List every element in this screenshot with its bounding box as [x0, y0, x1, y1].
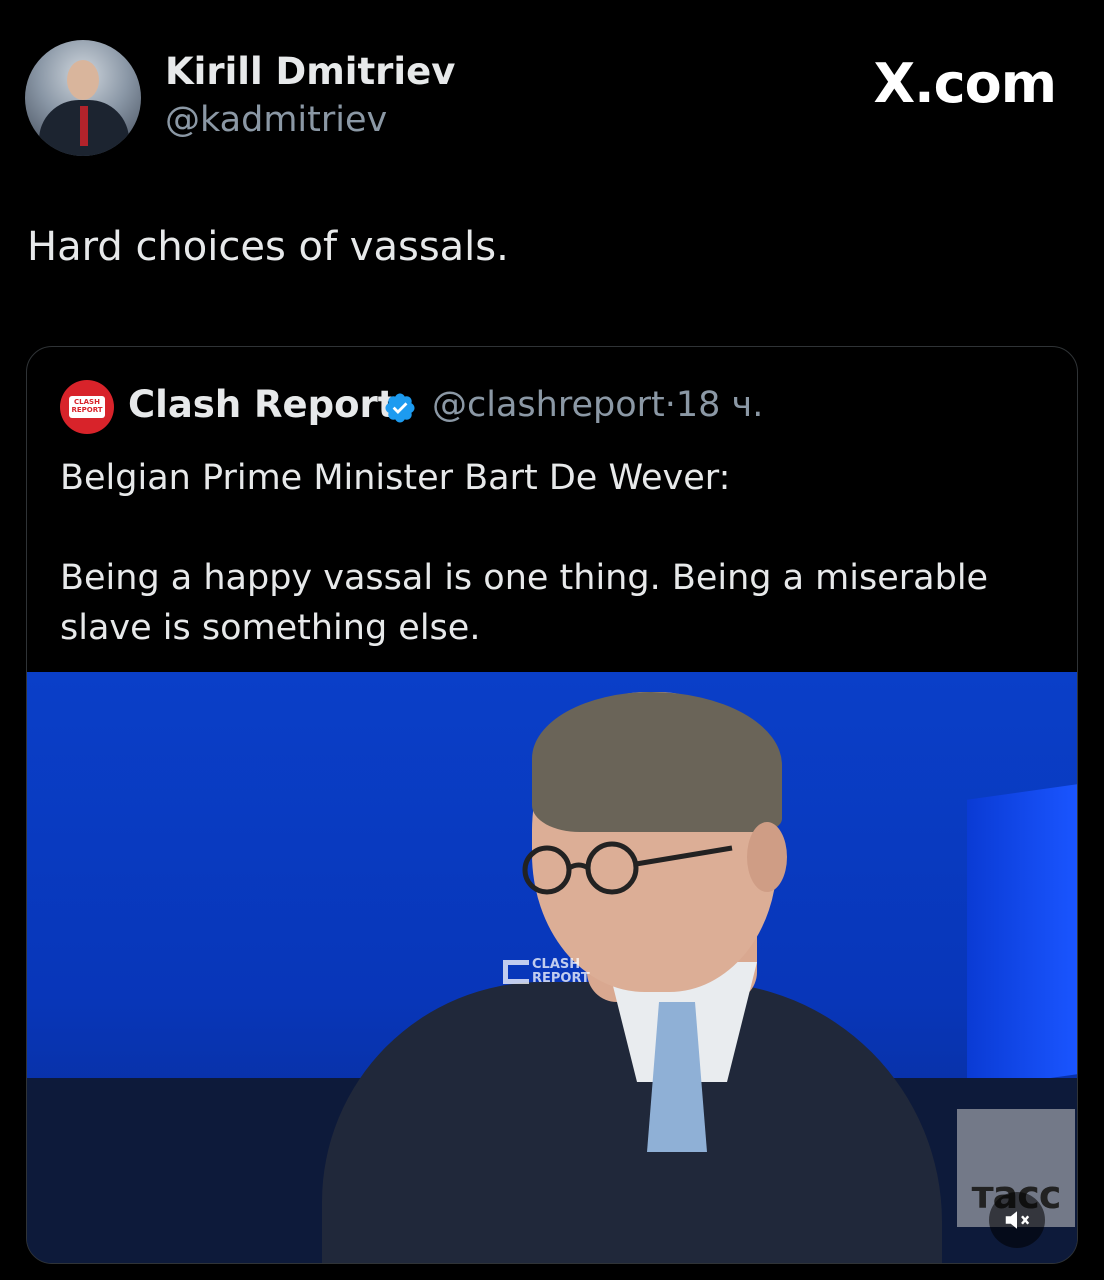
video-player[interactable]: CLASHREPORT тасс	[27, 672, 1077, 1263]
meta-separator: ·	[664, 385, 676, 425]
speaker-glasses	[522, 841, 733, 895]
speaker-ear	[747, 822, 787, 892]
quoted-text-line-2: Being a happy vassal is one thing. Being…	[60, 558, 989, 648]
quoted-post-card[interactable]: CLASH REPORT Clash Report @clashreport·1…	[26, 346, 1078, 1264]
watermark-line-2: REPORT	[532, 971, 590, 986]
author-avatar[interactable]	[25, 40, 141, 156]
clash-report-watermark: CLASH REPORT	[503, 958, 590, 986]
avatar-tie	[80, 106, 88, 146]
clash-report-logo: CLASH REPORT	[69, 396, 105, 418]
quoted-text-line-1: Belgian Prime Minister Bart De Wever:	[60, 458, 731, 498]
author-name[interactable]: Kirill Dmitriev	[165, 50, 455, 93]
muted-speaker-icon	[1005, 1211, 1030, 1229]
post-text: Hard choices of vassals.	[27, 224, 509, 270]
author-handle[interactable]: @kadmitriev	[165, 100, 387, 140]
stage-backdrop	[967, 784, 1077, 1090]
mute-button[interactable]	[989, 1192, 1045, 1248]
verified-badge-icon	[385, 393, 415, 423]
quoted-post-text: Belgian Prime Minister Bart De Wever: Be…	[60, 453, 1050, 653]
quoted-author-handle[interactable]: @clashreport	[432, 385, 665, 425]
quoted-post-time[interactable]: 18 ч.	[676, 385, 763, 425]
speaker-hair	[532, 692, 782, 832]
quoted-author-meta[interactable]: @clashreport·18 ч.	[432, 385, 763, 425]
avatar-head	[67, 60, 99, 100]
quoted-author-name[interactable]: Clash Report	[128, 383, 395, 426]
watermark-line-1: CLASH	[532, 957, 581, 972]
quoted-author-avatar[interactable]: CLASH REPORT	[60, 380, 114, 434]
x-logo-icon: X.com	[873, 52, 1057, 115]
post-page: Kirill Dmitriev @kadmitriev X.com Hard c…	[0, 0, 1104, 1280]
watermark-mark-icon	[503, 960, 529, 984]
